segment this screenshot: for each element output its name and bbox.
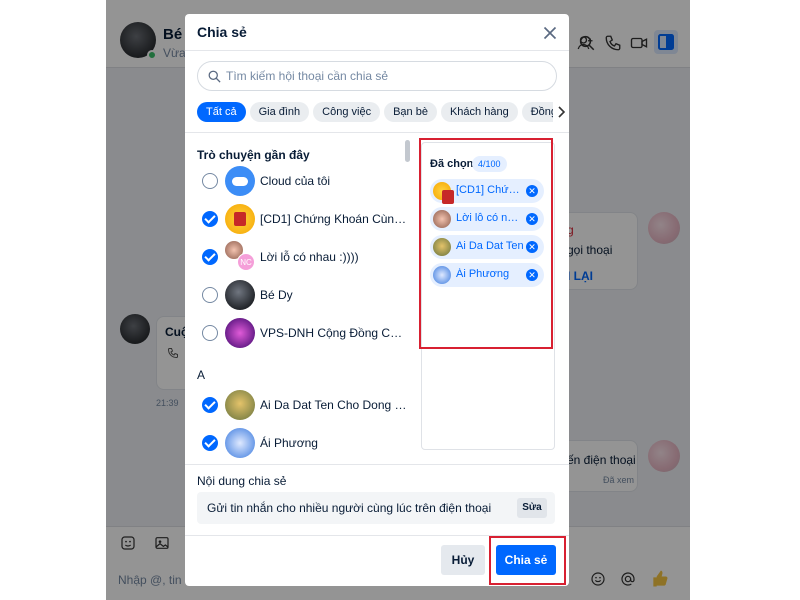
selected-chip: Ái Phương ✕ [430,263,544,287]
select-radio-checked[interactable] [202,435,218,451]
search-input[interactable] [226,66,546,86]
group-avatar [225,204,255,234]
selected-name: Ái Phương [456,268,510,280]
cloud-avatar [225,166,255,196]
filter-chips: Tất cả Gia đình Công việc Bạn bè Khách hàng Đ… [197,102,553,122]
person-avatar [225,280,255,310]
select-radio[interactable] [202,325,218,341]
divider [185,464,569,465]
selected-title: Đã chọn [430,158,474,170]
conversation-name: Ai Da Dat Ten Cho Dong Song Chung [260,398,408,412]
chip-colleagues[interactable]: Đồng nghiệp [521,102,553,122]
section-label-a: A [197,368,206,382]
cartoon-avatar [433,266,451,284]
dialog-title: Chia sẻ [197,24,247,40]
selected-name: Ai Da Dat Ten [456,240,524,252]
select-radio-checked[interactable] [202,211,218,227]
person-avatar [433,238,451,256]
chip-family[interactable]: Gia đình [249,102,310,122]
conversation-name: [CD1] Chứng Khoán Cùng NMT [260,212,408,226]
select-radio-checked[interactable] [202,397,218,413]
remove-icon[interactable]: ✕ [526,269,538,281]
scrollbar-thumb[interactable] [405,140,410,162]
selected-chip: Ai Da Dat Ten ✕ [430,235,544,259]
selected-name: Lời lỗ có nhau [456,212,524,224]
search-icon [208,70,221,83]
share-content-text: Gửi tin nhắn cho nhiều người cùng lúc tr… [207,501,492,515]
conversation-name: Ái Phương [260,436,318,450]
avatar-badge: NC [237,253,255,271]
selected-panel: Đã chọn 4/100 [CD1] Chứng Khoán ✕ Lời lỗ… [421,142,555,450]
selected-count-badge: 4/100 [472,156,507,172]
selected-chip: [CD1] Chứng Khoán ✕ [430,179,544,204]
edit-content-button[interactable]: Sửa [517,498,547,518]
conversation-row[interactable]: Bé Dy [185,276,411,314]
chip-friends[interactable]: Bạn bè [384,102,437,122]
share-dialog: Chia sẻ Tất cảGia đìnhCông việcBạn bèKhá… [185,14,569,586]
chip-customers[interactable]: Khách hàng [440,102,518,122]
cartoon-avatar [225,428,255,458]
conversation-list[interactable]: Trò chuyện gần đây Cloud của tôi [CD1] C… [185,134,413,464]
selected-chip: Lời lỗ có nhau ✕ [430,207,544,231]
conversation-name: VPS-DNH Cộng Đồng Chứng Khoán [260,326,408,340]
share-button[interactable]: Chia sẻ [496,545,556,575]
chip-work[interactable]: Công việc [313,102,381,122]
conversation-row[interactable]: NC Lời lỗ có nhau :)))) [185,238,411,276]
conversation-name: Lời lỗ có nhau :)))) [260,250,359,264]
select-radio[interactable] [202,287,218,303]
conversation-row[interactable]: Ai Da Dat Ten Cho Dong Song Chung [185,386,411,424]
chevron-right-icon[interactable] [553,102,569,122]
close-icon[interactable] [539,22,561,44]
remove-icon[interactable]: ✕ [526,241,538,253]
search-box[interactable] [197,61,557,91]
remove-icon[interactable]: ✕ [526,185,538,197]
share-content-box: Gửi tin nhắn cho nhiều người cùng lúc tr… [197,492,555,524]
conversation-row[interactable]: Cloud của tôi [185,162,411,200]
select-radio-checked[interactable] [202,249,218,265]
cancel-button[interactable]: Hủy [441,545,485,575]
conversation-row[interactable]: [CD1] Chứng Khoán Cùng NMT [185,200,411,238]
share-content-label: Nội dung chia sẻ [197,474,287,488]
pair-avatar [433,210,451,228]
divider [185,535,569,536]
conversation-row[interactable]: Ái Phương [185,424,411,462]
conversation-row[interactable]: VPS-DNH Cộng Đồng Chứng Khoán [185,314,411,352]
person-avatar [225,390,255,420]
group-avatar [433,182,454,204]
select-radio[interactable] [202,173,218,189]
divider [185,50,569,51]
conversation-name: Bé Dy [260,288,293,302]
divider [185,132,569,133]
chip-all[interactable]: Tất cả [197,102,246,122]
conversation-name: Cloud của tôi [260,174,331,188]
flower-avatar [225,318,255,348]
selected-name: [CD1] Chứng Khoán [456,184,524,196]
remove-icon[interactable]: ✕ [526,213,538,225]
section-label-recent: Trò chuyện gần đây [197,148,310,162]
